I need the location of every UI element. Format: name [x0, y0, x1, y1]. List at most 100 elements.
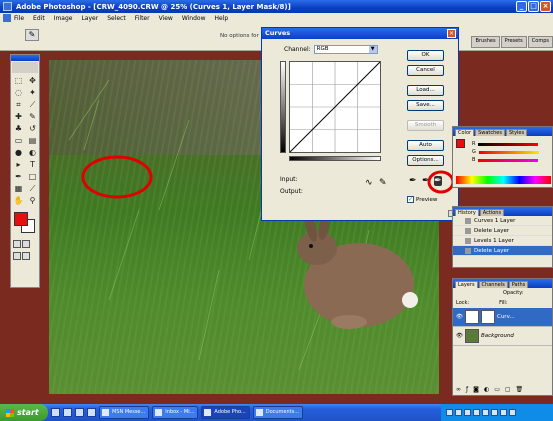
pen-tool-icon[interactable]: ✒: [12, 171, 25, 182]
minimize-button[interactable]: _: [516, 1, 527, 12]
menu-select[interactable]: Select: [107, 15, 126, 22]
menu-filter[interactable]: Filter: [135, 15, 150, 22]
task-msn[interactable]: MSN Messe...: [99, 406, 150, 419]
brush-tool-icon[interactable]: ✎: [26, 111, 39, 122]
quicklaunch-desktop-icon[interactable]: [63, 408, 72, 417]
maximize-button[interactable]: □: [528, 1, 539, 12]
tab-color[interactable]: Color: [455, 129, 475, 136]
ok-button[interactable]: OK: [407, 50, 444, 61]
screen-mode-full-button[interactable]: [22, 252, 30, 260]
history-brush-tool-icon[interactable]: ↺: [26, 123, 39, 134]
tray-icon[interactable]: [509, 409, 516, 416]
eyedropper-tool-icon[interactable]: ⟋: [26, 183, 39, 194]
tab-history[interactable]: History: [455, 209, 479, 216]
layer-row-background[interactable]: 👁 Background: [453, 327, 552, 346]
fx-icon[interactable]: ƒ: [466, 386, 468, 393]
history-item-selected[interactable]: Delete Layer: [453, 246, 552, 256]
gradient-tool-icon[interactable]: ▤: [26, 135, 39, 146]
toolbox-header[interactable]: [11, 55, 39, 61]
tool-preset-picker[interactable]: ✎: [25, 29, 39, 41]
mask-icon[interactable]: ◙: [473, 386, 479, 393]
trash-icon[interactable]: 🗑: [516, 386, 524, 393]
hand-tool-icon[interactable]: ✋: [12, 195, 25, 206]
slider-green[interactable]: G: [469, 148, 539, 156]
tab-paths[interactable]: Paths: [508, 281, 529, 288]
palette-well-tab-brushes[interactable]: Brushes: [471, 36, 500, 48]
tab-styles[interactable]: Styles: [505, 129, 528, 136]
tray-icon[interactable]: [455, 409, 462, 416]
tray-icon[interactable]: [482, 409, 489, 416]
menu-layer[interactable]: Layer: [81, 15, 98, 22]
save-button[interactable]: Save...: [407, 100, 444, 111]
layer-mask-thumb[interactable]: [480, 310, 495, 324]
quicklaunch-folder-icon[interactable]: [87, 408, 96, 417]
menu-window[interactable]: Window: [182, 15, 206, 22]
foreground-color-swatch[interactable]: [14, 212, 28, 226]
zoom-tool-icon[interactable]: ⚲: [26, 195, 39, 206]
menu-view[interactable]: View: [159, 15, 173, 22]
tab-layers[interactable]: Layers: [455, 281, 478, 288]
dodge-tool-icon[interactable]: ◐: [26, 147, 39, 158]
task-photoshop[interactable]: Adobe Pho...: [201, 406, 250, 419]
marquee-tool-icon[interactable]: ⬚: [12, 75, 25, 86]
quicklaunch-media-icon[interactable]: [75, 408, 84, 417]
history-item[interactable]: Levels 1 Layer: [453, 236, 552, 246]
task-inbox[interactable]: Inbox - Mi...: [152, 406, 199, 419]
menu-help[interactable]: Help: [215, 15, 229, 22]
history-item[interactable]: Curves 1 Layer: [453, 216, 552, 226]
pencil-tool-icon[interactable]: ✎: [379, 178, 387, 188]
new-layer-icon[interactable]: ▢: [505, 386, 511, 393]
task-documents[interactable]: Documents...: [252, 406, 304, 419]
tray-icon[interactable]: [500, 409, 507, 416]
options-button[interactable]: Options...: [407, 155, 444, 166]
blur-tool-icon[interactable]: ●: [12, 147, 25, 158]
notes-tool-icon[interactable]: ▦: [12, 183, 25, 194]
start-button[interactable]: start: [0, 404, 48, 421]
standard-mode-button[interactable]: [13, 240, 21, 248]
eye-icon[interactable]: 👁: [456, 314, 463, 320]
path-selection-tool-icon[interactable]: ▸: [12, 159, 25, 170]
tray-icon[interactable]: [473, 409, 480, 416]
palette-foreground-swatch[interactable]: [456, 139, 465, 148]
curves-close-button[interactable]: ×: [447, 29, 456, 38]
color-ramp[interactable]: [456, 176, 551, 184]
link-icon[interactable]: ∞: [456, 386, 461, 393]
quicklaunch-ie-icon[interactable]: [51, 408, 60, 417]
layer-row-curves[interactable]: 👁 Curv...: [453, 308, 552, 327]
crop-tool-icon[interactable]: ⌗: [12, 99, 25, 110]
palette-well-tab-presets[interactable]: Presets: [500, 36, 527, 48]
quick-mask-button[interactable]: [22, 240, 30, 248]
tray-icon[interactable]: [491, 409, 498, 416]
screen-mode-standard-button[interactable]: [13, 252, 21, 260]
palette-well-tab-comps[interactable]: Comps: [527, 36, 553, 48]
shape-tool-icon[interactable]: □: [26, 171, 39, 182]
channel-select[interactable]: RGB ▼: [313, 45, 378, 54]
eye-icon[interactable]: 👁: [456, 333, 463, 339]
tray-icon[interactable]: [446, 409, 453, 416]
adobe-logo[interactable]: [12, 62, 38, 73]
menu-file[interactable]: File: [14, 15, 24, 22]
menu-edit[interactable]: Edit: [33, 15, 45, 22]
preview-checkbox[interactable]: ✓: [407, 196, 414, 203]
lasso-tool-icon[interactable]: ◌: [12, 87, 25, 98]
curve-graph[interactable]: [289, 61, 381, 153]
tab-swatches[interactable]: Swatches: [475, 129, 505, 136]
move-tool-icon[interactable]: ✥: [26, 75, 39, 86]
load-button[interactable]: Load...: [407, 85, 444, 96]
slider-blue[interactable]: B: [469, 156, 539, 164]
smooth-button[interactable]: Smooth: [407, 120, 444, 131]
curve-point-tool-icon[interactable]: ∿: [365, 178, 373, 188]
adjustment-icon[interactable]: ◐: [484, 386, 489, 393]
clone-stamp-tool-icon[interactable]: ♣: [12, 123, 25, 134]
tray-icon[interactable]: [464, 409, 471, 416]
history-item[interactable]: Delete Layer: [453, 226, 552, 236]
magic-wand-tool-icon[interactable]: ✦: [26, 87, 39, 98]
tab-channels[interactable]: Channels: [478, 281, 508, 288]
close-button[interactable]: ×: [540, 1, 551, 12]
cancel-button[interactable]: Cancel: [407, 65, 444, 76]
type-tool-icon[interactable]: T: [26, 159, 39, 170]
black-eyedropper-icon[interactable]: ✒: [409, 176, 417, 186]
auto-button[interactable]: Auto: [407, 140, 444, 151]
healing-brush-tool-icon[interactable]: ✚: [12, 111, 25, 122]
menu-image[interactable]: Image: [54, 15, 73, 22]
